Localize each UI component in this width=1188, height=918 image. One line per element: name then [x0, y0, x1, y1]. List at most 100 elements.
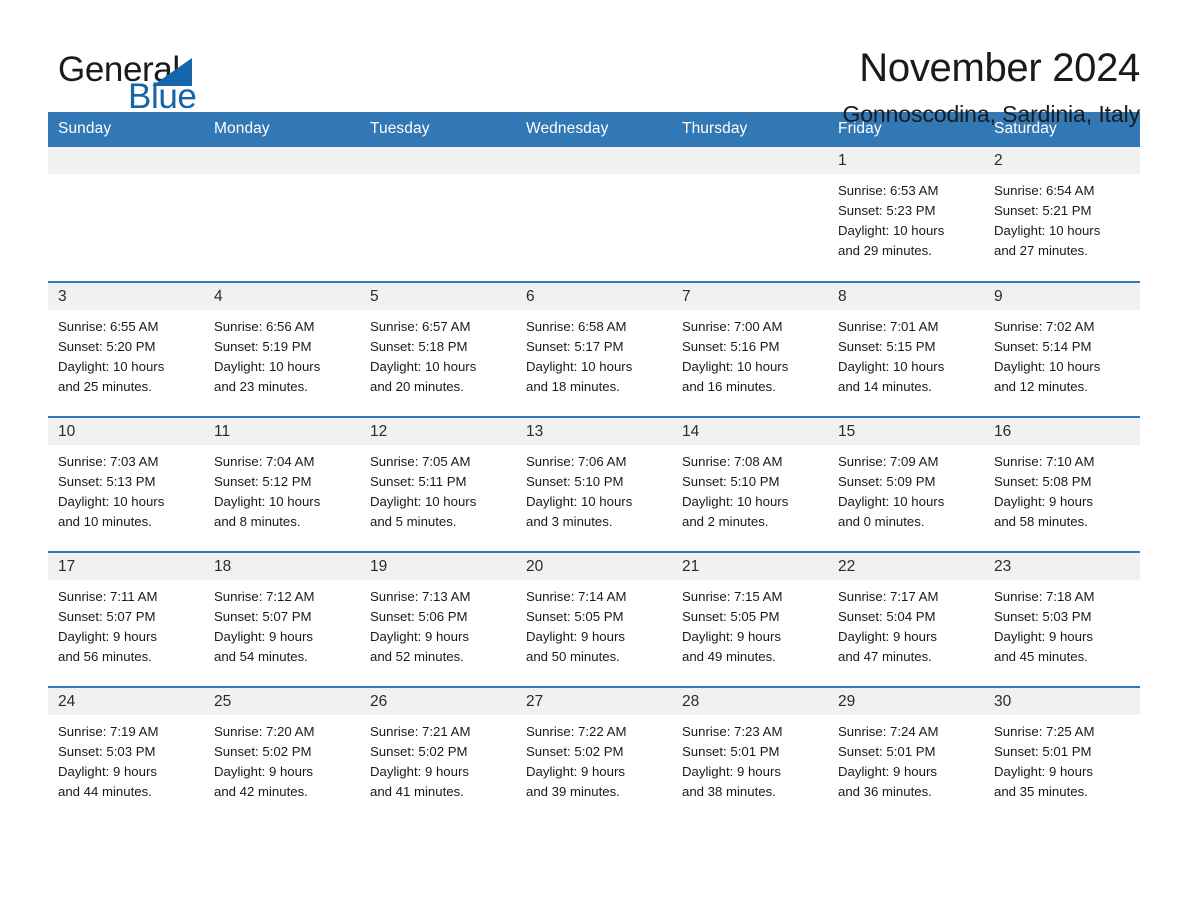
day-number	[48, 147, 204, 174]
daylight-duration-line2: and 2 minutes.	[682, 514, 769, 529]
day-number: 6	[516, 283, 672, 310]
day-details: Sunrise: 7:00 AM Sunset: 5:16 PM Daylight:…	[672, 310, 828, 397]
day-number: 7	[672, 283, 828, 310]
sunrise-time: Sunrise: 7:10 AM	[994, 454, 1095, 469]
day-number: 28	[672, 688, 828, 715]
calendar-day-cell[interactable]: 17 Sunrise: 7:11 AM Sunset: 5:07 PM Dayligh…	[48, 551, 204, 687]
daylight-duration-line2: and 45 minutes.	[994, 649, 1088, 664]
logo-text-blue: Blue	[128, 77, 197, 116]
day-number: 11	[204, 418, 360, 445]
calendar-day-cell[interactable]: 7 Sunrise: 7:00 AM Sunset: 5:16 PM Daylight…	[672, 281, 828, 417]
daylight-duration-line2: and 41 minutes.	[370, 784, 464, 799]
sunrise-time: Sunrise: 7:25 AM	[994, 724, 1095, 739]
calendar-day-cell[interactable]: 20 Sunrise: 7:14 AM Sunset: 5:05 PM Dayligh…	[516, 551, 672, 687]
daylight-duration-line2: and 44 minutes.	[58, 784, 152, 799]
daylight-duration-line2: and 5 minutes.	[370, 514, 457, 529]
daylight-duration-line1: Daylight: 10 hours	[838, 494, 945, 509]
sunset-time: Sunset: 5:01 PM	[838, 744, 936, 759]
calendar-day-cell[interactable]: 15 Sunrise: 7:09 AM Sunset: 5:09 PM Dayligh…	[828, 416, 984, 552]
day-details: Sunrise: 7:18 AM Sunset: 5:03 PM Daylight:…	[984, 580, 1140, 667]
day-number	[360, 147, 516, 174]
calendar-day-cell[interactable]: 21 Sunrise: 7:15 AM Sunset: 5:05 PM Dayligh…	[672, 551, 828, 687]
title-block: November 2024 Gonnoscodina, Sardinia, It…	[842, 46, 1140, 128]
day-details: Sunrise: 7:03 AM Sunset: 5:13 PM Daylight:…	[48, 445, 204, 532]
day-number: 16	[984, 418, 1140, 445]
day-details: Sunrise: 7:11 AM Sunset: 5:07 PM Daylight:…	[48, 580, 204, 667]
sunset-time: Sunset: 5:10 PM	[682, 474, 780, 489]
day-number: 12	[360, 418, 516, 445]
sunrise-time: Sunrise: 7:08 AM	[682, 454, 783, 469]
daylight-duration-line2: and 50 minutes.	[526, 649, 620, 664]
day-details: Sunrise: 7:22 AM Sunset: 5:02 PM Daylight:…	[516, 715, 672, 802]
day-details: Sunrise: 6:57 AM Sunset: 5:18 PM Daylight:…	[360, 310, 516, 397]
calendar-day-cell[interactable]: 26 Sunrise: 7:21 AM Sunset: 5:02 PM Dayligh…	[360, 686, 516, 822]
weekday-header-monday: Monday	[204, 112, 360, 147]
calendar-day-cell[interactable]: 28 Sunrise: 7:23 AM Sunset: 5:01 PM Dayligh…	[672, 686, 828, 822]
daylight-duration-line2: and 12 minutes.	[994, 379, 1088, 394]
sunset-time: Sunset: 5:03 PM	[58, 744, 156, 759]
day-number: 30	[984, 688, 1140, 715]
calendar-day-cell[interactable]: 24 Sunrise: 7:19 AM Sunset: 5:03 PM Dayligh…	[48, 686, 204, 822]
day-details: Sunrise: 6:53 AM Sunset: 5:23 PM Daylight:…	[828, 174, 984, 261]
daylight-duration-line2: and 38 minutes.	[682, 784, 776, 799]
daylight-duration-line1: Daylight: 9 hours	[838, 764, 937, 779]
calendar-day-cell[interactable]: 22 Sunrise: 7:17 AM Sunset: 5:04 PM Dayligh…	[828, 551, 984, 687]
sunset-time: Sunset: 5:07 PM	[214, 609, 312, 624]
sunset-time: Sunset: 5:18 PM	[370, 339, 468, 354]
sunset-time: Sunset: 5:12 PM	[214, 474, 312, 489]
daylight-duration-line1: Daylight: 9 hours	[526, 629, 625, 644]
calendar-week-row: 24 Sunrise: 7:19 AM Sunset: 5:03 PM Dayligh…	[48, 686, 1140, 822]
sunrise-time: Sunrise: 7:00 AM	[682, 319, 783, 334]
calendar-day-cell[interactable]: 29 Sunrise: 7:24 AM Sunset: 5:01 PM Dayligh…	[828, 686, 984, 822]
calendar-day-cell[interactable]: 10 Sunrise: 7:03 AM Sunset: 5:13 PM Dayligh…	[48, 416, 204, 552]
calendar-day-cell[interactable]: 1 Sunrise: 6:53 AM Sunset: 5:23 PM Daylight…	[828, 147, 984, 282]
sunset-time: Sunset: 5:07 PM	[58, 609, 156, 624]
calendar-day-cell[interactable]: 16 Sunrise: 7:10 AM Sunset: 5:08 PM Dayligh…	[984, 416, 1140, 552]
daylight-duration-line1: Daylight: 10 hours	[682, 494, 789, 509]
calendar-day-cell[interactable]: 27 Sunrise: 7:22 AM Sunset: 5:02 PM Dayligh…	[516, 686, 672, 822]
day-number: 18	[204, 553, 360, 580]
calendar-day-cell[interactable]: 4 Sunrise: 6:56 AM Sunset: 5:19 PM Daylight…	[204, 281, 360, 417]
calendar-day-cell[interactable]: 30 Sunrise: 7:25 AM Sunset: 5:01 PM Dayligh…	[984, 686, 1140, 822]
page-title: November 2024	[859, 46, 1140, 90]
calendar-day-cell[interactable]: 13 Sunrise: 7:06 AM Sunset: 5:10 PM Dayligh…	[516, 416, 672, 552]
calendar-day-cell[interactable]: 23 Sunrise: 7:18 AM Sunset: 5:03 PM Dayligh…	[984, 551, 1140, 687]
sunrise-time: Sunrise: 7:05 AM	[370, 454, 471, 469]
day-details: Sunrise: 7:17 AM Sunset: 5:04 PM Daylight:…	[828, 580, 984, 667]
calendar-day-cell[interactable]: 6 Sunrise: 6:58 AM Sunset: 5:17 PM Daylight…	[516, 281, 672, 417]
day-details: Sunrise: 7:02 AM Sunset: 5:14 PM Daylight:…	[984, 310, 1140, 397]
calendar-day-cell[interactable]: 3 Sunrise: 6:55 AM Sunset: 5:20 PM Daylight…	[48, 281, 204, 417]
calendar-day-cell[interactable]: 14 Sunrise: 7:08 AM Sunset: 5:10 PM Dayligh…	[672, 416, 828, 552]
calendar-day-cell[interactable]: 19 Sunrise: 7:13 AM Sunset: 5:06 PM Dayligh…	[360, 551, 516, 687]
daylight-duration-line1: Daylight: 9 hours	[526, 764, 625, 779]
calendar-day-cell[interactable]: 25 Sunrise: 7:20 AM Sunset: 5:02 PM Dayligh…	[204, 686, 360, 822]
daylight-duration-line2: and 10 minutes.	[58, 514, 152, 529]
calendar-cell-empty	[672, 147, 828, 282]
sunrise-time: Sunrise: 7:13 AM	[370, 589, 471, 604]
day-details	[204, 174, 360, 181]
day-number: 27	[516, 688, 672, 715]
day-details: Sunrise: 6:54 AM Sunset: 5:21 PM Daylight:…	[984, 174, 1140, 261]
day-number: 15	[828, 418, 984, 445]
sunrise-time: Sunrise: 7:06 AM	[526, 454, 627, 469]
calendar-day-cell[interactable]: 12 Sunrise: 7:05 AM Sunset: 5:11 PM Dayligh…	[360, 416, 516, 552]
day-number: 25	[204, 688, 360, 715]
sunset-time: Sunset: 5:08 PM	[994, 474, 1092, 489]
sunset-time: Sunset: 5:02 PM	[214, 744, 312, 759]
sunrise-time: Sunrise: 7:24 AM	[838, 724, 939, 739]
general-blue-logo[interactable]: General Blue	[58, 46, 198, 116]
calendar-day-cell[interactable]: 5 Sunrise: 6:57 AM Sunset: 5:18 PM Daylight…	[360, 281, 516, 417]
day-details: Sunrise: 7:20 AM Sunset: 5:02 PM Daylight:…	[204, 715, 360, 802]
day-details: Sunrise: 7:14 AM Sunset: 5:05 PM Daylight:…	[516, 580, 672, 667]
calendar-day-cell[interactable]: 18 Sunrise: 7:12 AM Sunset: 5:07 PM Dayligh…	[204, 551, 360, 687]
sunrise-time: Sunrise: 7:14 AM	[526, 589, 627, 604]
day-number	[516, 147, 672, 174]
sunset-time: Sunset: 5:05 PM	[682, 609, 780, 624]
calendar-day-cell[interactable]: 8 Sunrise: 7:01 AM Sunset: 5:15 PM Daylight…	[828, 281, 984, 417]
day-number	[204, 147, 360, 174]
calendar-day-cell[interactable]: 9 Sunrise: 7:02 AM Sunset: 5:14 PM Daylight…	[984, 281, 1140, 417]
calendar-day-cell[interactable]: 11 Sunrise: 7:04 AM Sunset: 5:12 PM Dayligh…	[204, 416, 360, 552]
day-number: 8	[828, 283, 984, 310]
calendar-day-cell[interactable]: 2 Sunrise: 6:54 AM Sunset: 5:21 PM Daylight…	[984, 147, 1140, 282]
day-number: 5	[360, 283, 516, 310]
